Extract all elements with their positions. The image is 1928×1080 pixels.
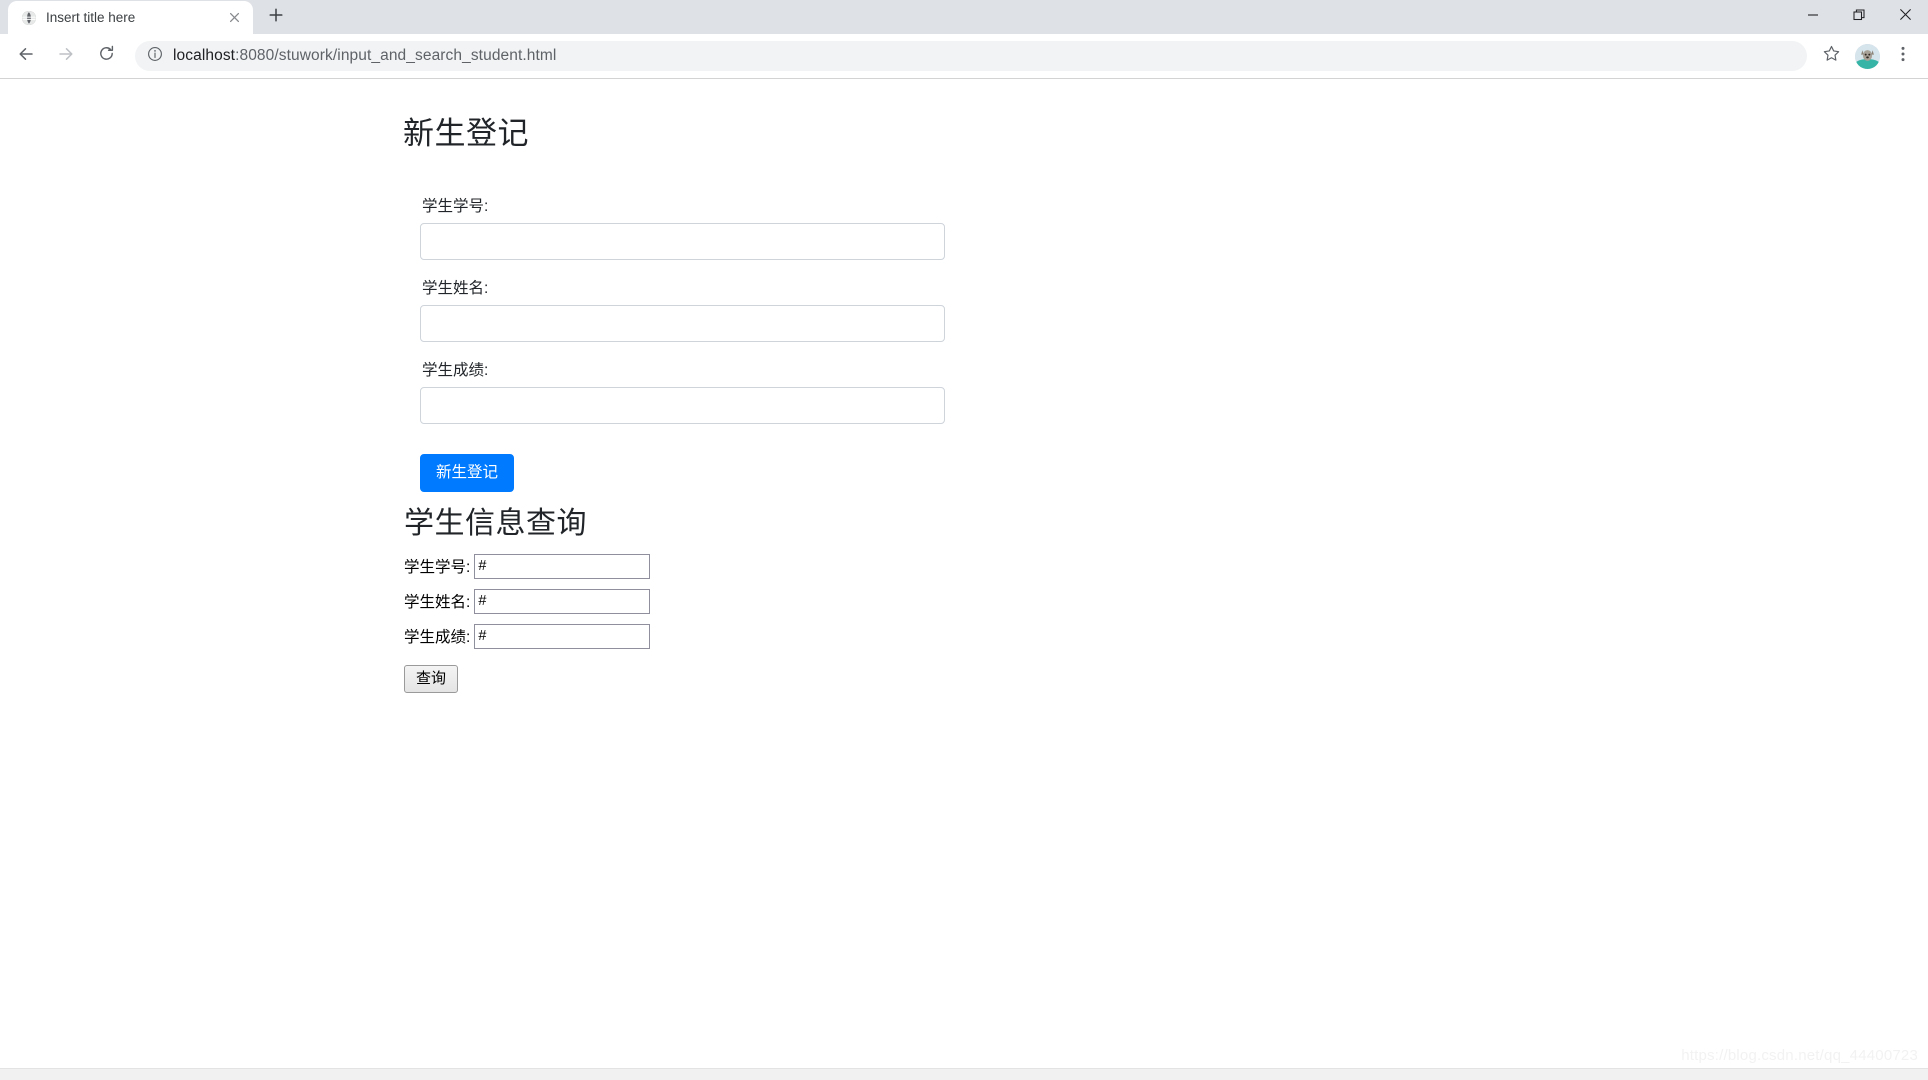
bookmark-button[interactable] — [1814, 39, 1848, 73]
form-group-student-name: 学生姓名: — [420, 276, 1503, 343]
plus-icon — [267, 6, 285, 29]
label-student-id: 学生学号: — [422, 198, 489, 216]
browser-menu-button[interactable] — [1886, 39, 1920, 73]
star-icon — [1822, 44, 1841, 68]
query-label-student-name: 学生姓名: — [404, 594, 471, 612]
browser-window: Insert title here localhost:8080/stuwork… — [0, 0, 1928, 1080]
address-bar-url: localhost:8080/stuwork/input_and_search_… — [173, 47, 556, 65]
register-submit-button[interactable]: 新生登记 — [420, 454, 515, 493]
query-input-student-name[interactable] — [474, 588, 651, 614]
page-viewport: 新生登记 学生学号: 学生姓名: 学生成绩: 新生登记 学生信息查询 学生学号:… — [0, 79, 1928, 1080]
close-icon[interactable] — [226, 9, 243, 26]
browser-tab[interactable]: Insert title here — [8, 1, 253, 34]
query-row-student-score: 学生成绩: — [404, 623, 1503, 649]
close-window-button[interactable] — [1882, 0, 1928, 33]
form-group-student-score: 学生成绩: — [420, 358, 1503, 425]
three-dots-vertical-icon — [1895, 45, 1911, 68]
registration-form: 学生学号: 学生姓名: 学生成绩: 新生登记 学生信息查询 学生学号: # 学生… — [404, 194, 1503, 693]
label-student-score: 学生成绩: — [422, 362, 489, 380]
avatar-dog-icon — [1854, 43, 1880, 69]
info-circle-icon[interactable] — [147, 46, 163, 67]
page-content: 新生登记 学生学号: 学生姓名: 学生成绩: 新生登记 学生信息查询 学生学号:… — [403, 115, 1503, 693]
query-input-student-id[interactable] — [474, 553, 651, 579]
maximize-button[interactable] — [1836, 0, 1882, 33]
minimize-icon — [1807, 8, 1819, 26]
close-icon — [1899, 8, 1912, 26]
profile-button[interactable] — [1850, 39, 1884, 73]
query-submit-button[interactable]: 查询 — [404, 664, 459, 693]
input-student-score[interactable] — [420, 387, 945, 425]
address-bar-path: :8080/stuwork/input_and_search_student.h… — [235, 47, 557, 64]
input-student-id[interactable] — [420, 223, 945, 261]
horizontal-scrollbar[interactable] — [0, 1068, 1928, 1080]
query-row-student-name: 学生姓名: — [404, 588, 1503, 614]
form-group-student-id: 学生学号: — [420, 194, 1503, 261]
toolbar-right-actions — [1814, 39, 1920, 73]
query-form: 学生学号: 学生姓名: 学生成绩: 查询 — [404, 553, 1503, 693]
address-bar[interactable]: localhost:8080/stuwork/input_and_search_… — [135, 41, 1807, 71]
globe-icon — [21, 10, 37, 26]
query-input-student-score[interactable] — [474, 623, 651, 649]
back-button[interactable] — [9, 39, 43, 73]
arrow-left-icon — [16, 44, 36, 69]
query-section-title: 学生信息查询 — [404, 507, 587, 541]
input-student-name[interactable] — [420, 305, 945, 343]
query-label-student-score: 学生成绩: — [404, 629, 471, 647]
label-student-name: 学生姓名: — [422, 280, 489, 298]
tab-strip: Insert title here — [0, 0, 294, 34]
reload-button[interactable] — [89, 39, 123, 73]
forward-button[interactable] — [49, 39, 83, 73]
reload-icon — [97, 44, 116, 68]
minimize-button[interactable] — [1790, 0, 1836, 33]
tab-title: Insert title here — [46, 10, 136, 25]
address-bar-host: localhost — [173, 47, 236, 64]
restore-icon — [1853, 8, 1865, 26]
page-title: 新生登记 — [403, 116, 529, 151]
window-controls — [1790, 0, 1928, 33]
query-label-student-id: 学生学号: — [404, 559, 471, 577]
query-row-student-id: 学生学号: — [404, 553, 1503, 579]
browser-toolbar: localhost:8080/stuwork/input_and_search_… — [0, 34, 1928, 78]
watermark-text: https://blog.csdn.net/qq_44400723 — [1681, 1047, 1918, 1064]
browser-titlebar: Insert title here — [0, 0, 1928, 34]
new-tab-button[interactable] — [258, 2, 294, 32]
arrow-right-icon — [56, 44, 76, 69]
